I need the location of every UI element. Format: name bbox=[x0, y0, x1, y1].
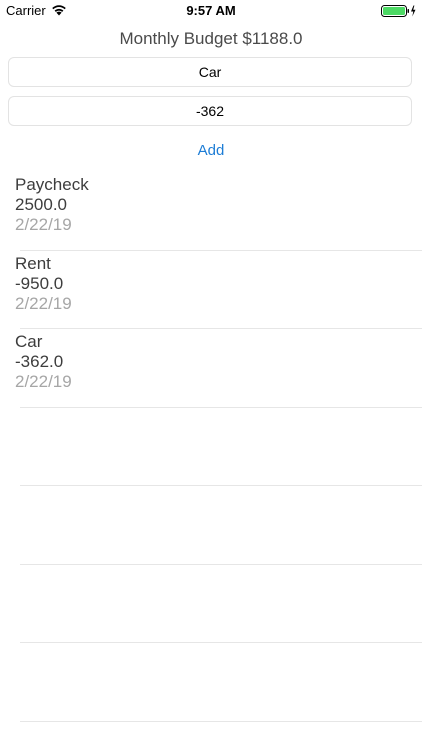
amount-input[interactable] bbox=[8, 96, 412, 126]
transaction-list[interactable]: Paycheck 2500.0 2/22/19 Rent -950.0 2/22… bbox=[0, 172, 422, 722]
transaction-row[interactable]: Car -362.0 2/22/19 bbox=[0, 329, 422, 408]
clock-label: 9:57 AM bbox=[186, 3, 236, 18]
transaction-date: 2/22/19 bbox=[15, 293, 72, 313]
empty-row bbox=[0, 408, 422, 487]
transaction-date: 2/22/19 bbox=[15, 215, 72, 234]
budget-title: Monthly Budget $1188.0 bbox=[119, 29, 303, 48]
transaction-name: Paycheck bbox=[15, 175, 89, 194]
empty-row bbox=[0, 565, 422, 644]
transaction-amount: -950.0 bbox=[15, 273, 64, 293]
transaction-name: Car bbox=[15, 332, 43, 351]
add-button[interactable]: Add bbox=[160, 139, 262, 161]
transaction-row[interactable]: Rent -950.0 2/22/19 bbox=[0, 251, 422, 330]
battery-icon bbox=[381, 5, 416, 17]
status-bar: Carrier 9:57 AM bbox=[0, 0, 422, 22]
transaction-amount: 2500.0 bbox=[15, 195, 67, 214]
transaction-amount: -362.0 bbox=[15, 352, 64, 371]
name-input[interactable] bbox=[8, 57, 412, 87]
empty-row bbox=[0, 643, 422, 722]
empty-row bbox=[0, 486, 422, 565]
transaction-name: Rent bbox=[15, 253, 51, 273]
transaction-date: 2/22/19 bbox=[15, 372, 72, 391]
transaction-row[interactable]: Paycheck 2500.0 2/22/19 bbox=[0, 172, 422, 251]
